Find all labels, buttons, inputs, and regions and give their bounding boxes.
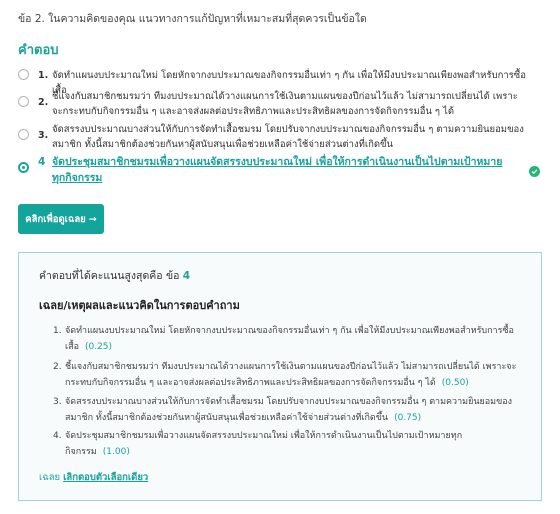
option-4[interactable]: 4 จัดประชุมสมาชิกชมรมเพื่อวางแผนจัดสรรงบ… [18,154,512,186]
reason-number: 1. [53,326,62,336]
reason-number: 4. [53,431,62,441]
option-number: 3. [38,130,49,141]
reason-score: (0.25) [84,342,113,352]
option-3[interactable]: 3. จัดสรรงบประมาณบางส่วนให้กับการจัดทำเส… [18,122,528,152]
option-text: จัดสรรงบประมาณบางส่วนให้กับการจัดทำเสื้อ… [52,124,524,150]
reason-score: (0.75) [394,413,422,423]
radio-option-1[interactable] [18,69,29,80]
reason-title: เฉลย/เหตุผลและแนวคิดในการตอบคำถาม [39,299,240,312]
best-answer-prefix: คำตอบที่ได้คะแนนสูงสุดคือ ข้อ [39,270,180,282]
reason-score: (0.50) [441,378,469,388]
radio-option-4-selected[interactable] [18,162,29,173]
show-answer-label: คลิกเพื่อดูเฉลย [25,213,86,225]
option-number: 4 [38,156,46,168]
arrow-right-icon: → [88,213,97,225]
answer-note: เฉลย เลิกตอบตัวเลือกเดียว [39,470,148,485]
reason-score: (1.00) [102,447,130,457]
reason-item-4: 4. จัดประชุมสมาชิกชมรมเพื่อวางแผนจัดสรรง… [53,428,523,460]
answer-panel: คำตอบที่ได้คะแนนสูงสุดคือ ข้อ 4 เฉลย/เหต… [18,252,542,501]
reason-number: 3. [53,397,62,407]
best-answer-value: 4 [182,270,191,282]
radio-option-2[interactable] [18,96,29,107]
option-text: จัดประชุมสมาชิกชมรมเพื่อวางแผนจัดสรรงบปร… [52,156,503,184]
check-circle-icon [529,166,540,177]
reason-item-1: 1. จัดทำแผนงบประมาณใหม่ โดยหักจากงบประมา… [53,323,523,355]
option-2[interactable]: 2. ชี้แจงกับสมาชิกชมรมว่า ทีมงบประมาณได้… [18,89,528,119]
option-text: ชี้แจงกับสมาชิกชมรมว่า ทีมงบประมาณได้วาง… [52,91,518,117]
best-answer: คำตอบที่ได้คะแนนสูงสุดคือ ข้อ 4 [39,267,190,284]
answers-heading: คำตอบ [18,43,59,58]
answer-note-link[interactable]: เลิกตอบตัวเลือกเดียว [63,472,148,483]
show-answer-button[interactable]: คลิกเพื่อดูเฉลย → [18,204,104,234]
reason-text: จัดทำแผนงบประมาณใหม่ โดยหักจากงบประมาณขอ… [65,326,514,352]
question-text: ข้อ 2. ในความคิดของคุณ แนวทางการแก้ปัญหา… [18,13,367,25]
option-number: 2. [38,97,49,108]
reason-item-2: 2. ชี้แจงกับสมาชิกชมรมว่า ทีมงบประมาณได้… [53,359,523,391]
answer-note-prefix: เฉลย [39,472,61,483]
radio-option-3[interactable] [18,129,29,140]
reason-number: 2. [53,362,62,372]
reason-item-3: 3. จัดสรรงบประมาณบางส่วนให้กับการจัดทำเส… [53,394,523,426]
reason-text: จัดสรรงบประมาณบางส่วนให้กับการจัดทำเสื้อ… [65,397,513,423]
